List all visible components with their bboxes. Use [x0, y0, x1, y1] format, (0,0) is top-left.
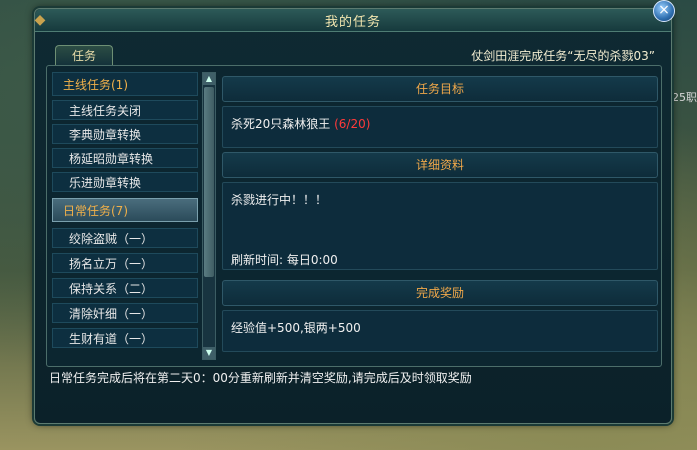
list-item[interactable]: 主线任务关闭: [52, 100, 198, 120]
list-item[interactable]: 李典勋章转换: [52, 124, 198, 144]
refresh-time: 刷新时间: 每日0:00: [231, 253, 338, 267]
scroll-thumb[interactable]: [204, 87, 214, 277]
list-item[interactable]: 杨延昭勋章转换: [52, 148, 198, 168]
tab-tasks[interactable]: 任务: [55, 45, 113, 66]
objective-text: 杀死20只森林狼王: [231, 117, 331, 131]
category-daily-tasks[interactable]: 日常任务(7): [52, 198, 198, 222]
title-bar[interactable]: ◆ 我的任务: [35, 9, 671, 32]
objective-header: 任务目标: [222, 76, 658, 102]
content-panel: 主线任务(1) 主线任务关闭 李典勋章转换 杨延昭勋章转换 乐进勋章转换 日常任…: [46, 65, 662, 367]
objective-section: 任务目标 杀死20只森林狼王 (6/20): [222, 76, 658, 148]
list-item[interactable]: 保持关系（二）: [52, 278, 198, 298]
objective-progress: (6/20): [334, 117, 371, 131]
reward-body: 经验值+500,银两+500: [222, 310, 658, 352]
details-section: 详细资料 杀戮进行中！！！ 刷新时间: 每日0:00: [222, 152, 658, 270]
details-body: 杀戮进行中！！！ 刷新时间: 每日0:00: [222, 182, 658, 270]
list-item[interactable]: 绞除盗贼（一）: [52, 228, 198, 248]
background-text: 25职: [672, 91, 697, 104]
window-title: 我的任务: [324, 15, 381, 30]
objective-body: 杀死20只森林狼王 (6/20): [222, 106, 658, 148]
completion-notice: 仗剑田涯完成任务“无尽的杀戮03”: [471, 49, 655, 63]
task-window: ◆ 我的任务 任务 仗剑田涯完成任务“无尽的杀戮03” 主线任务(1) 主线任务…: [34, 8, 672, 424]
close-icon[interactable]: ×: [653, 0, 675, 22]
list-item[interactable]: 生财有道（一）: [52, 328, 198, 348]
details-text: 杀戮进行中！！！: [231, 193, 328, 207]
scroll-up-icon[interactable]: ▲: [203, 73, 215, 85]
footer-note: 日常任务完成后将在第二天0：00分重新刷新并清空奖励,请完成后及时领取奖励: [49, 371, 472, 385]
list-item[interactable]: 清除奸细（一）: [52, 303, 198, 323]
reward-header: 完成奖励: [222, 280, 658, 306]
category-main-tasks[interactable]: 主线任务(1): [52, 72, 198, 96]
reward-text: 经验值+500,银两+500: [231, 321, 361, 335]
task-list: 主线任务(1) 主线任务关闭 李典勋章转换 杨延昭勋章转换 乐进勋章转换 日常任…: [52, 72, 198, 360]
list-item[interactable]: 乐进勋章转换: [52, 172, 198, 192]
list-item[interactable]: 扬名立万（一）: [52, 253, 198, 273]
reward-section: 完成奖励 经验值+500,银两+500: [222, 280, 658, 352]
details-header: 详细资料: [222, 152, 658, 178]
scroll-down-icon[interactable]: ▼: [203, 347, 215, 359]
list-scrollbar[interactable]: ▲ ▼: [202, 72, 216, 360]
